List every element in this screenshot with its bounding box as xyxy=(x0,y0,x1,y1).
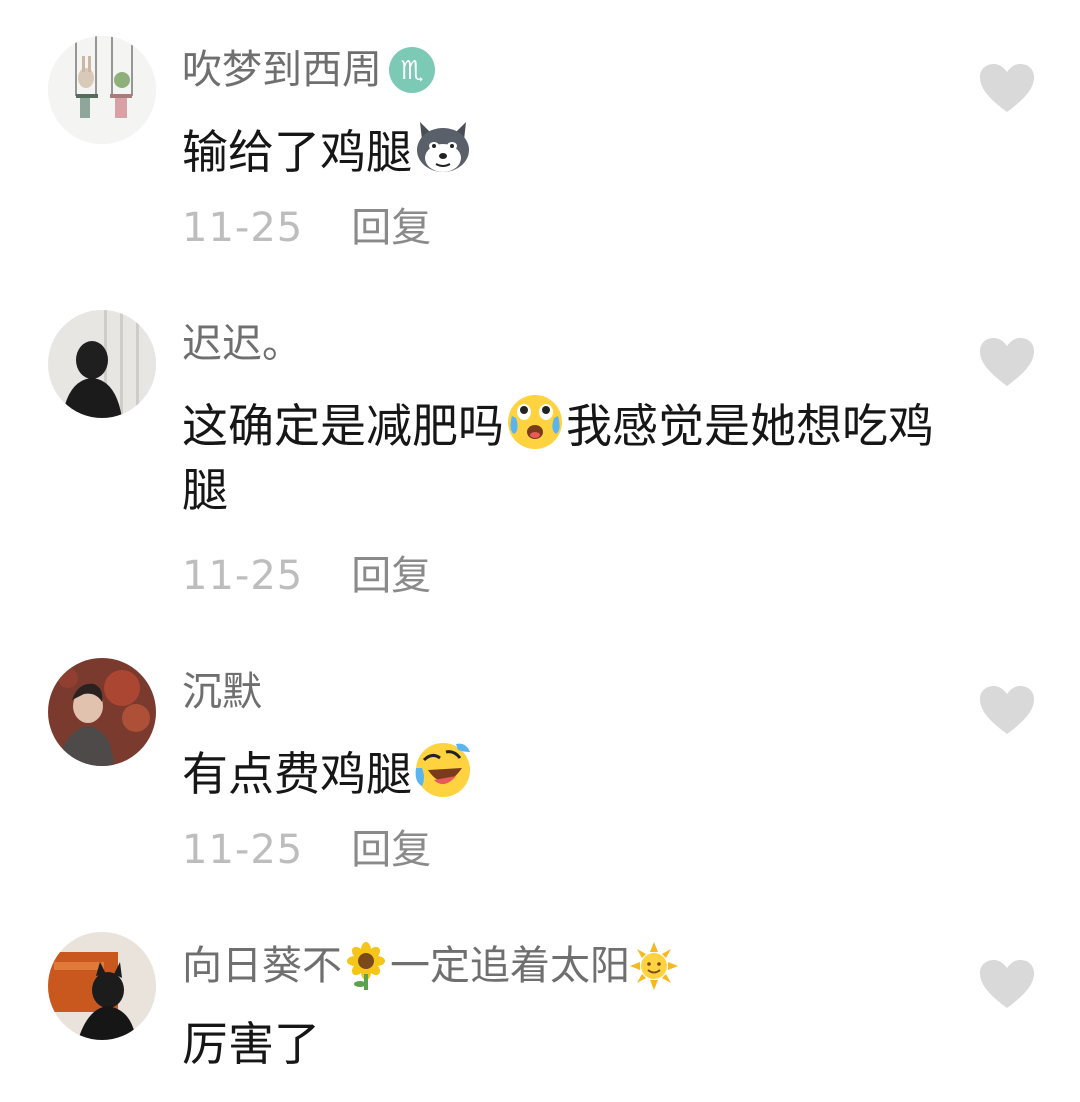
comment-text-part: 输给了鸡腿 xyxy=(182,125,412,179)
comment-username[interactable]: 迟迟。 xyxy=(182,318,302,370)
sun-face-icon xyxy=(630,942,678,990)
comment-meta: 11-25 回复 xyxy=(182,550,431,602)
username-text: 一定追着太阳 xyxy=(390,943,630,989)
husky-dog-face-emoji-icon xyxy=(417,122,469,172)
comment-text: 有点费鸡腿 xyxy=(182,738,942,806)
avatar[interactable] xyxy=(48,932,156,1040)
scorpio-zodiac-badge-icon: ♏ xyxy=(388,46,436,94)
heart-icon[interactable] xyxy=(978,62,1036,114)
comment-text: 厉害了 xyxy=(182,1012,942,1076)
heart-icon[interactable] xyxy=(978,684,1036,736)
svg-text:♏: ♏ xyxy=(400,56,423,86)
username-text: 沉默 xyxy=(182,669,262,715)
heart-icon[interactable] xyxy=(978,958,1036,1010)
comment-text: 输给了鸡腿 xyxy=(182,116,942,184)
comment-text: 这确定是减肥吗 我感觉是她想吃鸡腿 xyxy=(182,390,942,522)
comment-text-part: 这确定是减肥吗 xyxy=(182,399,504,453)
comment-text-part: 有点费鸡腿 xyxy=(182,747,412,801)
sunflower-icon xyxy=(347,942,385,990)
heart-icon[interactable] xyxy=(978,336,1036,388)
avatar[interactable] xyxy=(48,658,156,766)
avatar-image xyxy=(48,36,156,144)
avatar-image xyxy=(48,658,156,766)
comment-date: 11-25 xyxy=(182,205,304,251)
comment-text-part: 厉害了 xyxy=(182,1017,320,1071)
avatar-image xyxy=(48,310,156,418)
comment-meta: 11-25 回复 xyxy=(182,202,431,254)
username-text: 迟迟。 xyxy=(182,321,302,367)
comment-username[interactable]: 向日葵不 一定追着太阳 xyxy=(182,940,678,992)
avatar[interactable] xyxy=(48,310,156,418)
comment-username[interactable]: 沉默 xyxy=(182,666,262,718)
comment-date: 11-25 xyxy=(182,553,304,599)
reply-button[interactable]: 回复 xyxy=(351,827,431,873)
comment-meta: 11-25 回复 xyxy=(182,824,431,876)
username-text: 吹梦到西周 xyxy=(182,47,382,93)
crying-pleading-face-emoji-icon xyxy=(508,395,562,449)
reply-button[interactable]: 回复 xyxy=(351,553,431,599)
rolling-laughing-face-emoji-icon xyxy=(415,743,470,797)
reply-button[interactable]: 回复 xyxy=(351,205,431,251)
comment-date: 11-25 xyxy=(182,827,304,873)
comment-username[interactable]: 吹梦到西周 ♏ xyxy=(182,44,436,96)
username-text: 向日葵不 xyxy=(182,943,342,989)
avatar-image xyxy=(48,932,156,1040)
avatar[interactable] xyxy=(48,36,156,144)
